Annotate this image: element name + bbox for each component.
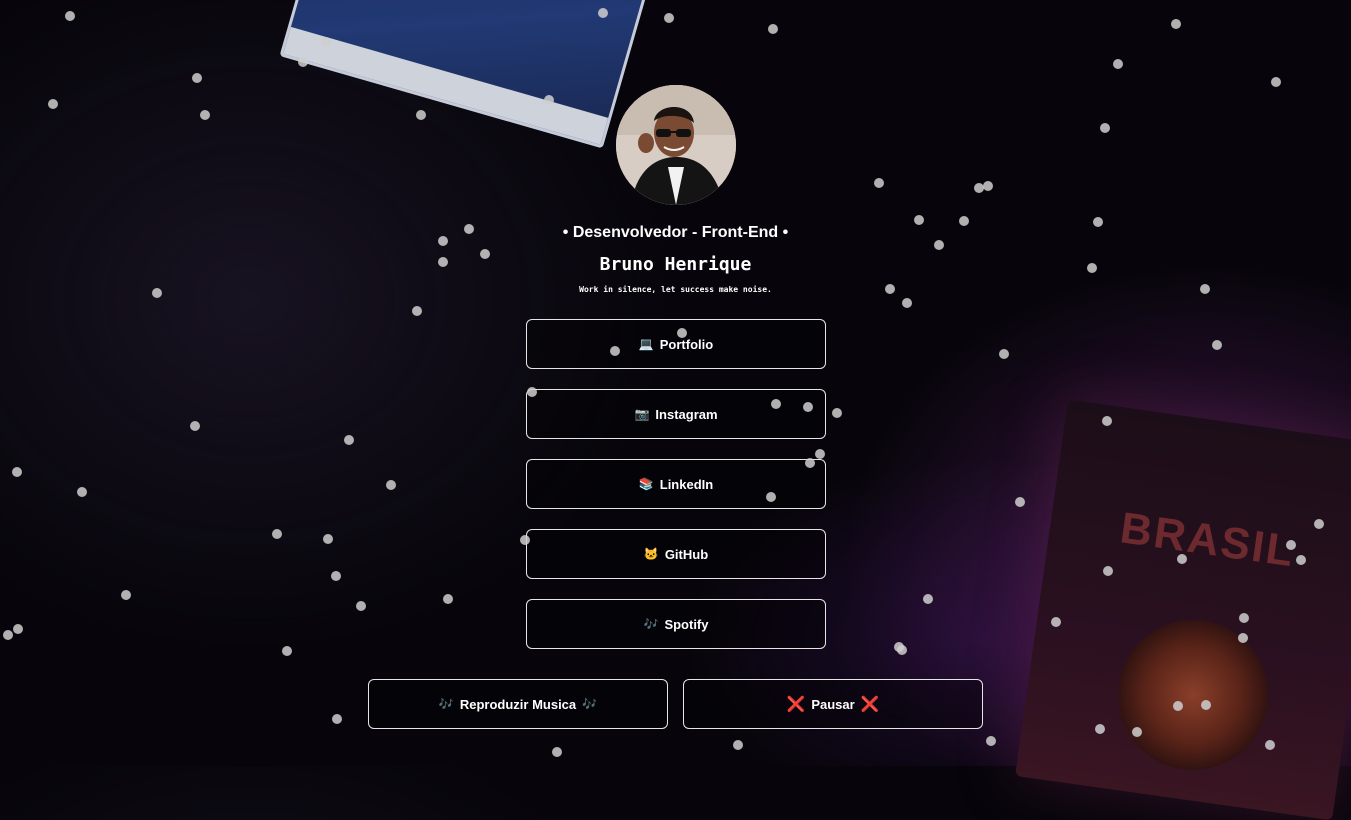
linkedin-button-label: LinkedIn xyxy=(659,476,714,492)
snow-particle xyxy=(190,421,200,431)
laptop-taskbar xyxy=(283,26,609,145)
music-notes-icon: 🎶 xyxy=(438,697,454,711)
snow-particle xyxy=(412,306,422,316)
portfolio-button[interactable]: 💻 Portfolio xyxy=(526,319,826,369)
instagram-button[interactable]: 📷 Instagram xyxy=(526,389,826,439)
snow-particle xyxy=(12,467,22,477)
avatar xyxy=(616,85,736,205)
spotify-button[interactable]: 🎶 Spotify xyxy=(526,599,826,649)
music-notes-icon: 🎶 xyxy=(582,697,598,711)
snow-particle xyxy=(282,646,292,656)
snow-particle xyxy=(331,571,341,581)
play-music-label: Reproduzir Musica xyxy=(459,696,577,712)
github-button-label: GitHub xyxy=(664,546,709,562)
snow-particle xyxy=(1015,497,1025,507)
snow-particle xyxy=(1100,123,1110,133)
laptop-icon: 💻 xyxy=(638,337,654,351)
github-button[interactable]: 🐱 GitHub xyxy=(526,529,826,579)
snow-particle xyxy=(986,736,996,746)
snow-particle xyxy=(815,449,825,459)
avatar-photo xyxy=(616,85,736,205)
snow-particle xyxy=(768,24,778,34)
portfolio-button-label: Portfolio xyxy=(659,336,714,352)
snow-particle xyxy=(894,642,904,652)
snow-particle xyxy=(48,99,58,109)
snow-particle xyxy=(902,298,912,308)
snow-particle xyxy=(323,534,333,544)
snow-particle xyxy=(552,747,562,757)
pause-music-button[interactable]: ❌ Pausar ❌ xyxy=(683,679,983,729)
snow-particle xyxy=(983,181,993,191)
profile-role: • Desenvolvedor - Front-End • xyxy=(562,224,789,241)
snow-particle xyxy=(1113,59,1123,69)
snow-particle xyxy=(664,13,674,23)
passport-brand-text: BRASIL xyxy=(1117,503,1299,577)
snow-particle xyxy=(386,480,396,490)
snow-particle xyxy=(733,740,743,750)
background-passport-image: BRASIL xyxy=(1015,399,1351,820)
snow-particle xyxy=(3,630,13,640)
snow-particle xyxy=(272,529,282,539)
snow-particle xyxy=(121,590,131,600)
snow-particle xyxy=(1271,77,1281,87)
snow-particle xyxy=(332,714,342,724)
camera-icon: 📷 xyxy=(634,407,650,421)
snow-particle xyxy=(77,487,87,497)
books-icon: 📚 xyxy=(638,477,654,491)
pause-music-label: Pausar xyxy=(811,696,855,712)
snow-particle xyxy=(974,183,984,193)
snow-particle xyxy=(13,624,23,634)
snow-particle xyxy=(999,349,1009,359)
play-music-button[interactable]: 🎶 Reproduzir Musica 🎶 xyxy=(368,679,668,729)
spotify-button-label: Spotify xyxy=(664,616,709,632)
cross-mark-icon: ❌ xyxy=(786,695,806,713)
snow-particle xyxy=(192,73,202,83)
instagram-button-label: Instagram xyxy=(655,406,718,422)
profile-name: Bruno Henrique xyxy=(599,254,752,275)
profile-motto: Work in silence, let success make noise. xyxy=(579,285,772,294)
passport-seal xyxy=(1108,610,1278,780)
cross-mark-icon: ❌ xyxy=(860,695,880,713)
snow-particle xyxy=(1212,340,1222,350)
snow-particle xyxy=(356,601,366,611)
snow-particle xyxy=(65,11,75,21)
snow-particle xyxy=(874,178,884,188)
snow-particle xyxy=(1171,19,1181,29)
snow-particle xyxy=(416,110,426,120)
linkedin-button[interactable]: 📚 LinkedIn xyxy=(526,459,826,509)
snow-particle xyxy=(832,408,842,418)
snow-particle xyxy=(923,594,933,604)
snow-particle xyxy=(443,594,453,604)
snow-particle xyxy=(200,110,210,120)
music-notes-icon: 🎶 xyxy=(643,617,659,631)
background-laptop-image xyxy=(279,0,657,149)
snow-particle xyxy=(897,645,907,655)
cat-icon: 🐱 xyxy=(643,547,659,561)
snow-particle xyxy=(344,435,354,445)
